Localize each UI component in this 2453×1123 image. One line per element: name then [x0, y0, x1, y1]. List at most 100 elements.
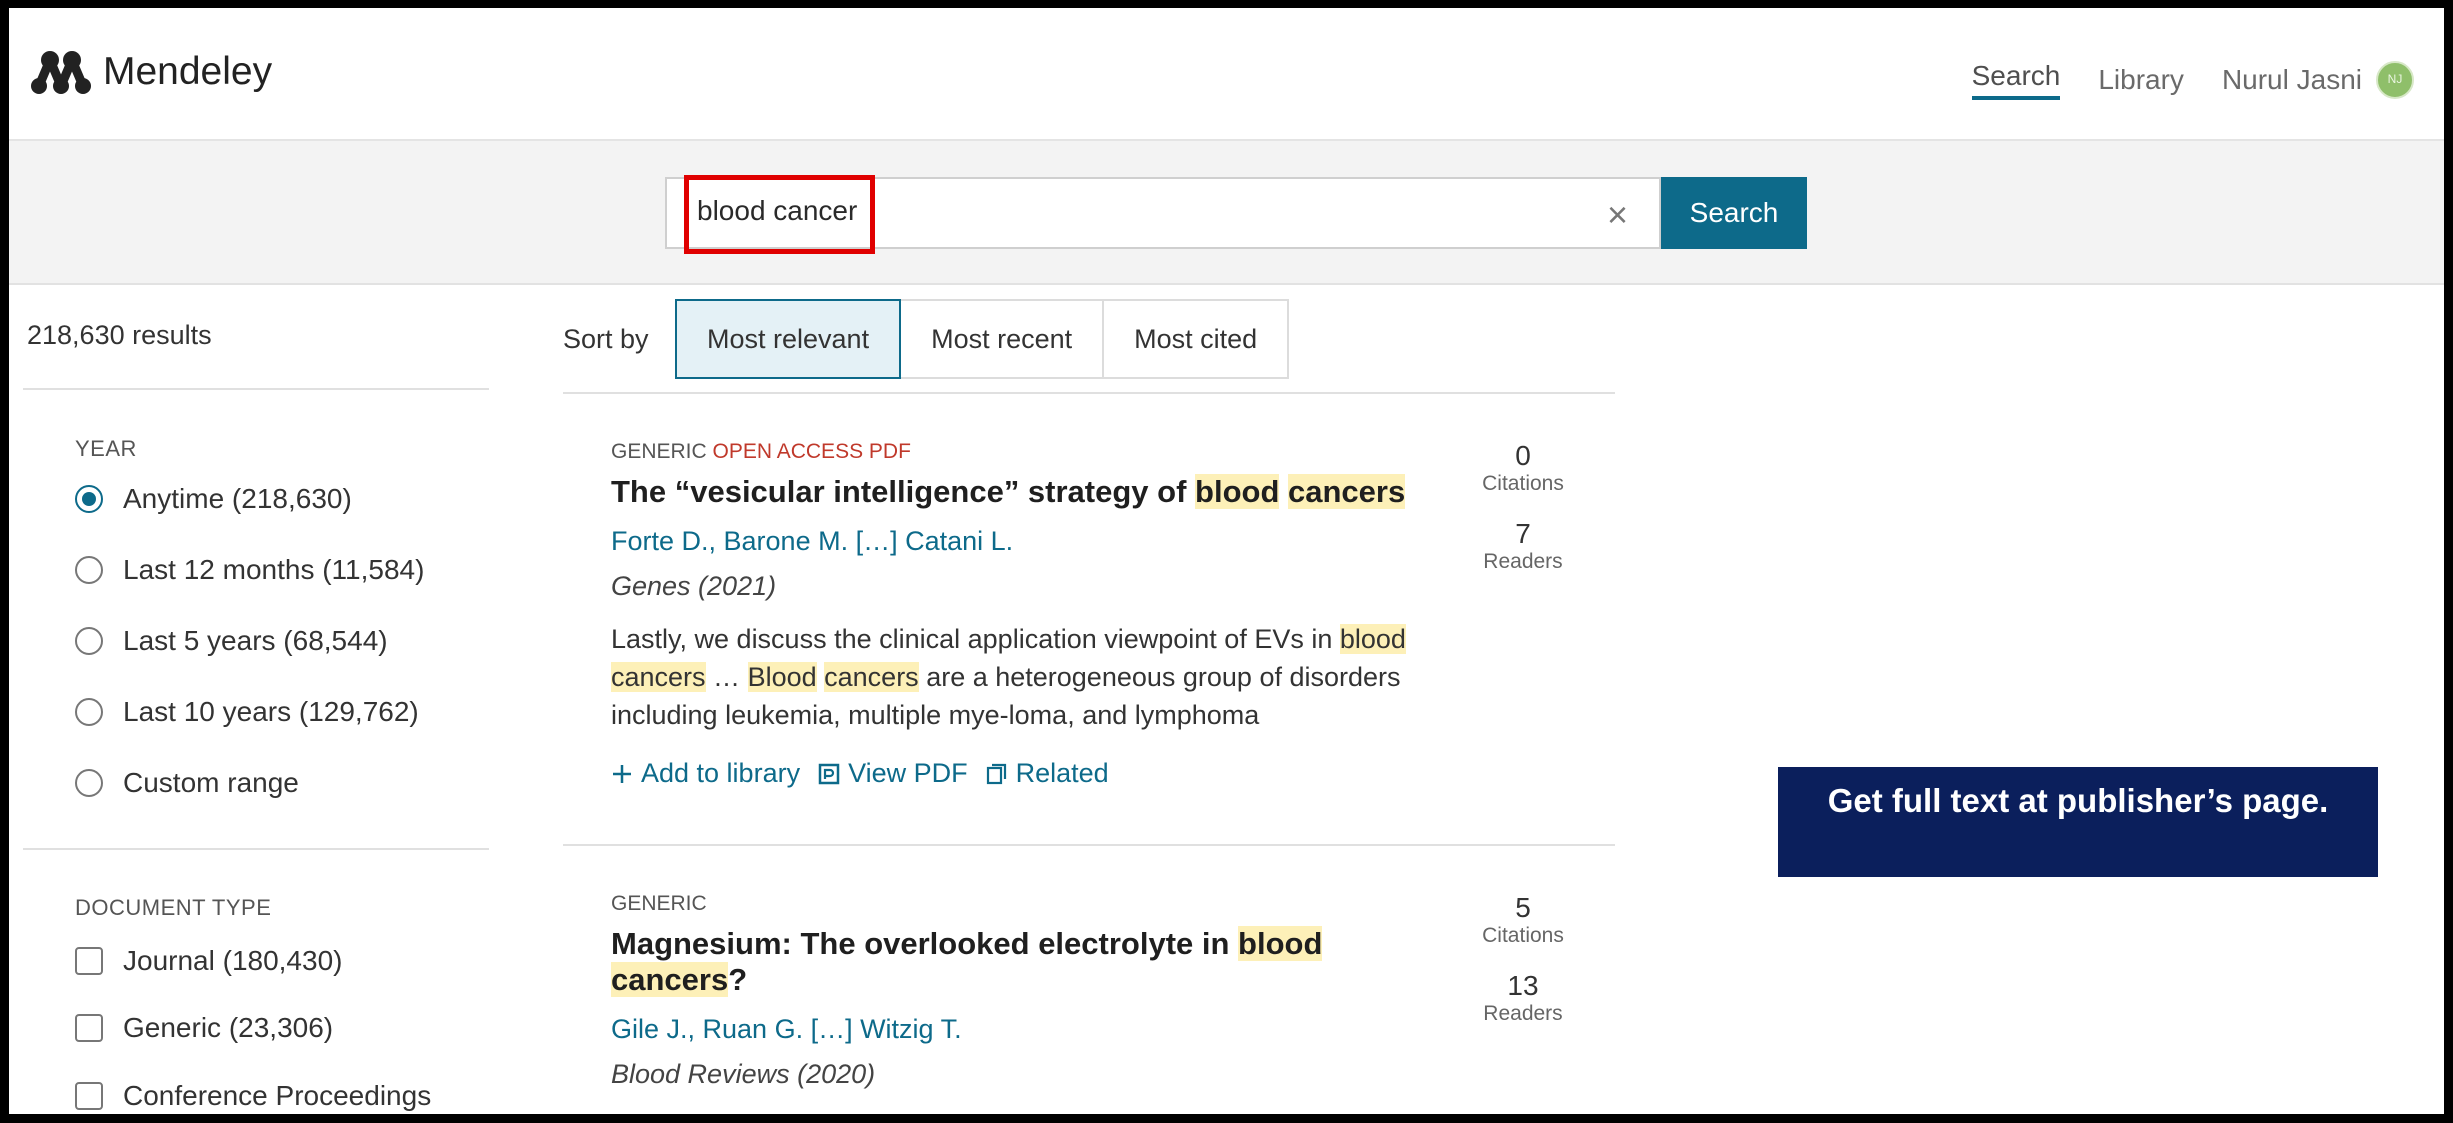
title-highlight: cancers — [611, 962, 729, 997]
results-count: 218,630 results — [27, 320, 212, 350]
filter-option-label: Custom range — [123, 767, 299, 798]
top-header: Mendeley Search Library Nurul Jasni NJ — [9, 8, 2444, 141]
snippet-highlight: cancers — [611, 662, 706, 692]
doc-type-label: GENERIC — [611, 892, 707, 915]
nav-user[interactable]: Nurul Jasni — [2222, 64, 2362, 96]
filter-year-custom[interactable]: Custom range — [75, 767, 299, 799]
filter-doctype-generic[interactable]: Generic (23,306) — [75, 1012, 333, 1044]
filter-option-label: Last 12 months (11,584) — [123, 554, 425, 585]
search-box — [665, 177, 1661, 249]
search-input[interactable] — [697, 191, 1497, 231]
result-authors[interactable]: Forte D., Barone M. […] Catani L. — [611, 526, 1441, 557]
snippet-line: Lastly, we discuss the clinical applicat… — [611, 620, 1441, 658]
filter-doctype-conference[interactable]: Conference Proceedings — [75, 1080, 431, 1112]
result-authors[interactable]: Gile J., Ruan G. […] Witzig T. — [611, 1014, 1441, 1045]
title-text: The “vesicular intelligence” strategy of — [611, 474, 1196, 509]
filter-year-10years[interactable]: Last 10 years (129,762) — [75, 696, 419, 728]
open-access-label: OPEN ACCESS PDF — [712, 440, 911, 463]
snippet-line: cancers … Blood cancers are a heterogene… — [611, 658, 1441, 696]
top-nav: Search Library Nurul Jasni NJ — [1934, 60, 2414, 100]
citations-label: Citations — [1482, 472, 1564, 495]
sort-label: Sort by — [563, 324, 649, 354]
filter-option-label: Journal (180,430) — [123, 945, 343, 976]
snippet-highlight: blood — [1339, 624, 1406, 654]
checkbox-icon[interactable] — [75, 1082, 103, 1110]
filter-doctype-journal[interactable]: Journal (180,430) — [75, 945, 342, 977]
radio-icon[interactable] — [75, 698, 103, 726]
snippet-text: are a heterogeneous group of disorders — [918, 662, 1401, 692]
avatar-initials: NJ — [2387, 72, 2403, 86]
readers-label: Readers — [1483, 1002, 1563, 1025]
action-label: Related — [1015, 758, 1109, 788]
pdf-icon — [818, 763, 840, 784]
action-label: Add to library — [641, 758, 801, 788]
add-to-library-button[interactable]: Add to library — [611, 758, 800, 789]
related-icon — [986, 763, 1006, 784]
result-stats: 5 Citations 13 Readers — [1473, 892, 1573, 1026]
sort-options: Most relevant Most recent Most cited — [675, 299, 1290, 379]
checkbox-icon[interactable] — [75, 1014, 103, 1042]
title-text: Magnesium: The overlooked electrolyte in — [611, 926, 1239, 961]
snippet-text: Lastly, we discuss the clinical applicat… — [611, 624, 1340, 654]
filter-option-label: Anytime (218,630) — [123, 483, 352, 514]
readers-label: Readers — [1483, 550, 1563, 573]
clear-search-icon[interactable]: × — [1607, 194, 1628, 236]
divider — [23, 388, 489, 390]
sort-most-recent[interactable]: Most recent — [901, 301, 1105, 377]
radio-icon[interactable] — [75, 769, 103, 797]
result-actions: Add to library View PDF Related — [611, 758, 1441, 789]
view-pdf-button[interactable]: View PDF — [818, 758, 968, 789]
divider — [23, 848, 489, 850]
filter-option-label: Conference Proceedings — [123, 1080, 432, 1111]
filter-year-12months[interactable]: Last 12 months (11,584) — [75, 554, 424, 586]
result-journal: Genes (2021) — [611, 571, 777, 601]
result-title[interactable]: Magnesium: The overlooked electrolyte in… — [611, 926, 1441, 998]
title-highlight: blood — [1195, 474, 1280, 509]
result-snippet: However, little is known about prognosis… — [611, 1108, 1441, 1114]
result-title[interactable]: The “vesicular intelligence” strategy of… — [611, 474, 1441, 510]
filter-year-5years[interactable]: Last 5 years (68,544) — [75, 625, 388, 657]
citations-label: Citations — [1482, 924, 1564, 947]
sort-most-relevant[interactable]: Most relevant — [675, 299, 902, 379]
callout-box: Get full text at publisher’s page. — [1778, 767, 2378, 877]
related-button[interactable]: Related — [986, 758, 1109, 789]
app-name: Mendeley — [103, 50, 273, 93]
sort-most-cited[interactable]: Most cited — [1104, 301, 1288, 377]
radio-icon[interactable] — [75, 556, 103, 584]
search-button[interactable]: Search — [1661, 177, 1807, 249]
mendeley-logo[interactable]: Mendeley — [29, 46, 272, 98]
result-meta: GENERIC — [611, 892, 1441, 916]
snippet-line: However, little is known about prognosis… — [611, 1108, 1441, 1114]
result-item: GENERIC Magnesium: The overlooked electr… — [611, 892, 1441, 1114]
action-label: View PDF — [848, 758, 968, 788]
result-stats: 0 Citations 7 Readers — [1473, 440, 1573, 574]
doc-type-label: GENERIC — [611, 440, 707, 463]
filter-option-label: Last 10 years (129,762) — [123, 696, 419, 727]
radio-checked-icon[interactable] — [75, 485, 103, 513]
nav-search[interactable]: Search — [1971, 60, 2061, 100]
citations-count: 0 — [1515, 440, 1531, 471]
radio-icon[interactable] — [75, 627, 103, 655]
snippet-line: including leukemia, multiple mye-loma, a… — [611, 700, 1260, 730]
filter-year-anytime[interactable]: Anytime (218,630) — [75, 483, 352, 515]
search-band: × Search — [9, 141, 2444, 285]
checkbox-icon[interactable] — [75, 947, 103, 975]
snippet-highlight: Blood — [747, 662, 817, 692]
divider — [563, 844, 1615, 846]
mendeley-logo-icon — [31, 51, 91, 94]
filter-year-title: YEAR — [75, 436, 137, 461]
avatar[interactable]: NJ — [2376, 61, 2414, 99]
filter-option-label: Last 5 years (68,544) — [123, 625, 388, 656]
filter-option-label: Generic (23,306) — [123, 1012, 334, 1043]
title-text: ? — [728, 962, 748, 997]
plus-icon — [613, 764, 631, 783]
title-highlight: blood — [1238, 926, 1323, 961]
snippet-text: … — [705, 662, 748, 692]
result-journal: Blood Reviews (2020) — [611, 1059, 876, 1089]
snippet-highlight: cancers — [824, 662, 919, 692]
result-snippet: Lastly, we discuss the clinical applicat… — [611, 620, 1441, 734]
result-meta: GENERIC OPEN ACCESS PDF — [611, 440, 1441, 464]
nav-library[interactable]: Library — [2098, 64, 2184, 96]
divider — [563, 392, 1615, 394]
title-highlight: cancers — [1288, 474, 1406, 509]
